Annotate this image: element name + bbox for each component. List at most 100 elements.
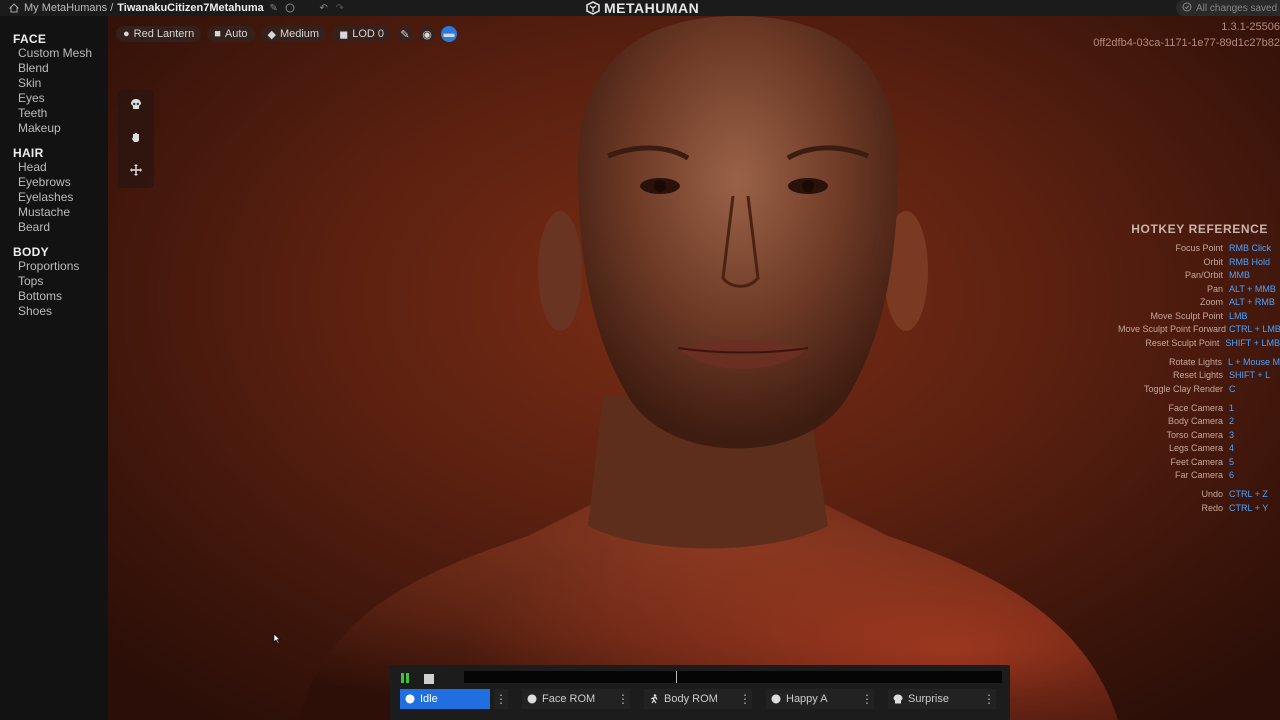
hotkey-row: Legs Camera 4 [1118, 442, 1280, 456]
animation-label: Surprise [908, 693, 949, 705]
sidebar-item-tops[interactable]: Tops [0, 274, 108, 289]
more-options-icon[interactable]: ⋮ [860, 689, 874, 709]
hotkey-action: Focus Point [1175, 243, 1223, 253]
undo-icon[interactable]: ↶ [318, 2, 330, 14]
hotkey-reference: HOTKEY REFERENCE Focus Point RMB Click Or… [1118, 222, 1280, 515]
lighting-chip[interactable]: ● Red Lantern [116, 26, 202, 42]
hotkey-key: ALT + MMB [1229, 283, 1276, 294]
animation-idle-wrap: Idle ⋮ [400, 689, 508, 709]
screen-toggle[interactable]: ▬ [441, 26, 458, 42]
hotkey-row: Move Sculpt Point Forward CTRL + LMB [1118, 323, 1280, 337]
hotkey-key: SHIFT + L [1229, 370, 1271, 380]
hotkey-row: Move Sculpt Point LMB [1118, 310, 1280, 324]
stop-icon[interactable] [424, 671, 434, 689]
sidebar-item-beard[interactable]: Beard [0, 220, 108, 235]
sidebar-item-eyelashes[interactable]: Eyelashes [0, 190, 108, 205]
hotkey-action: Move Sculpt Point Forward [1118, 324, 1227, 334]
sidebar: FACE Custom Mesh Blend Skin Eyes Teeth M… [0, 16, 108, 720]
animation-body-rom[interactable]: Body ROM ⋮ [644, 689, 752, 709]
animation-happy-a[interactable]: Happy A ⋮ [766, 689, 874, 709]
hotkey-action: Torso Camera [1166, 429, 1223, 440]
sidebar-item-eyebrows[interactable]: Eyebrows [0, 175, 108, 190]
save-status-text: All changes saved [1196, 2, 1278, 14]
version-number: 1.3.1-25506 [1221, 21, 1280, 33]
hotkey-key: SHIFT + LMB [1225, 337, 1280, 348]
hotkey-action: Feet Camera [1170, 456, 1223, 467]
help-icon[interactable] [284, 2, 296, 14]
hotkey-key: MMB [1229, 270, 1250, 280]
hotkey-key: 5 [1229, 456, 1235, 467]
viewport[interactable]: ● Red Lantern ■ Auto ◆ Medium ◼ LOD 0 ✎ … [108, 16, 1280, 720]
hotkey-key: L + Mouse M [1228, 356, 1280, 367]
more-options-icon[interactable]: ⋮ [494, 689, 508, 709]
animation-label: Idle [420, 693, 438, 705]
camera-chip[interactable]: ■ Auto [207, 26, 255, 42]
hotkey-key: CTRL + Z [1229, 489, 1268, 499]
sidebar-item-makeup[interactable]: Makeup [0, 121, 108, 136]
sidebar-item-head[interactable]: Head [0, 160, 108, 175]
more-options-icon[interactable]: ⋮ [616, 689, 630, 709]
hotkey-action: Orbit [1203, 256, 1223, 267]
sidebar-item-custom-mesh[interactable]: Custom Mesh [0, 46, 108, 61]
move-icon[interactable] [130, 163, 142, 181]
hotkey-action: Move Sculpt Point [1150, 310, 1223, 321]
more-options-icon[interactable]: ⋮ [982, 689, 996, 709]
hotkey-row: Redo CTRL + Y [1118, 502, 1280, 516]
animation-label: Happy A [786, 693, 828, 705]
sphere-icon: ◉ [422, 28, 432, 41]
running-figure-icon [644, 694, 664, 704]
clay-render-toggle[interactable]: ✎ [397, 26, 414, 42]
save-status: All changes saved [1176, 0, 1280, 16]
animation-list: Idle ⋮ Face ROM ⋮ Body ROM ⋮ Happy A ⋮ S… [400, 689, 996, 709]
hotkey-row: Undo CTRL + Z [1118, 488, 1280, 502]
sidebar-item-blend[interactable]: Blend [0, 61, 108, 76]
sidebar-item-shoes[interactable]: Shoes [0, 304, 108, 319]
character-render[interactable] [108, 16, 1280, 720]
animation-idle[interactable]: Idle [400, 689, 490, 709]
hotkey-action: Pan/Orbit [1184, 270, 1223, 280]
face-icon [522, 694, 542, 704]
logo-text: METAHUMAN [604, 0, 700, 16]
screen-icon: ▬ [443, 28, 455, 40]
sphere-toggle[interactable]: ◉ [419, 26, 436, 42]
lod-chip[interactable]: ◼ LOD 0 [332, 26, 392, 42]
hotkey-action: Face Camera [1168, 402, 1223, 413]
mouse-cursor-icon [274, 634, 281, 644]
face-icon [766, 694, 786, 704]
animation-face-rom[interactable]: Face ROM ⋮ [522, 689, 630, 709]
playhead[interactable] [676, 671, 677, 683]
sidebar-item-skin[interactable]: Skin [0, 76, 108, 91]
hotkey-row: Pan ALT + MMB [1118, 283, 1280, 297]
skull-icon[interactable] [130, 97, 142, 115]
pause-icon[interactable] [400, 671, 410, 689]
check-circle-icon [1182, 2, 1192, 15]
hotkey-row: Pan/Orbit MMB [1118, 269, 1280, 283]
hotkey-row: Feet Camera 5 [1118, 456, 1280, 470]
animation-surprise[interactable]: Surprise ⋮ [888, 689, 996, 709]
sidebar-item-teeth[interactable]: Teeth [0, 106, 108, 121]
hotkey-key: 3 [1229, 429, 1235, 440]
timeline-scrubber[interactable] [464, 671, 1002, 683]
hotkey-row: Focus Point RMB Click [1118, 242, 1280, 256]
viewport-tools [118, 90, 154, 188]
edit-icon[interactable]: ✎ [268, 2, 280, 14]
brush-icon: ✎ [400, 28, 410, 41]
hotkey-key: LMB [1229, 310, 1248, 321]
sidebar-item-bottoms[interactable]: Bottoms [0, 289, 108, 304]
sidebar-section-body: BODY [13, 245, 49, 259]
breadcrumb-current: TiwanakuCitizen7Metahuma [117, 2, 264, 14]
animation-timeline: Idle ⋮ Face ROM ⋮ Body ROM ⋮ Happy A ⋮ S… [390, 665, 1010, 720]
sidebar-item-eyes[interactable]: Eyes [0, 91, 108, 106]
quality-chip[interactable]: ◆ Medium [260, 26, 327, 42]
more-options-icon[interactable]: ⋮ [738, 689, 752, 709]
hand-icon[interactable] [130, 130, 142, 148]
hotkey-action: Zoom [1199, 297, 1223, 307]
hotkey-key: CTRL + Y [1229, 502, 1269, 513]
hotkey-action: Reset Sculpt Point [1145, 337, 1220, 348]
hotkey-action: Toggle Clay Render [1143, 383, 1223, 394]
home-icon[interactable] [8, 2, 20, 14]
breadcrumb-root[interactable]: My MetaHumans / [24, 2, 113, 14]
sidebar-item-proportions[interactable]: Proportions [0, 259, 108, 274]
redo-icon[interactable]: ↷ [334, 2, 346, 14]
sidebar-item-mustache[interactable]: Mustache [0, 205, 108, 220]
